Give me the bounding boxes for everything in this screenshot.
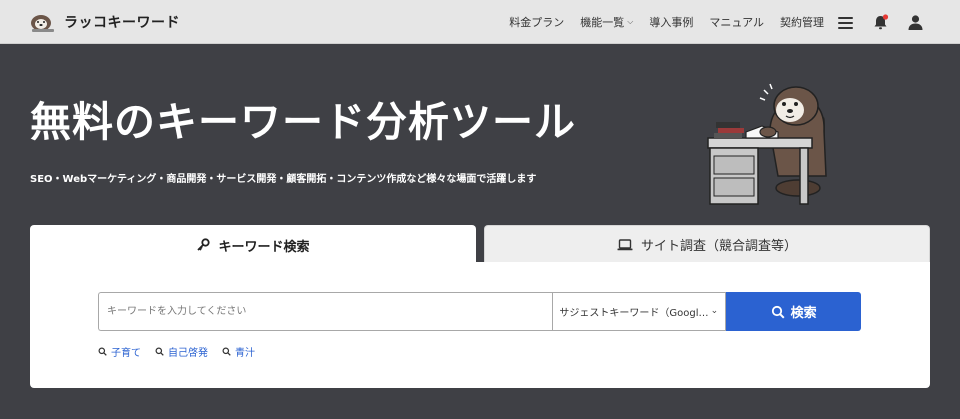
- chevron-down-icon: ⌄: [710, 306, 719, 316]
- menu-icon[interactable]: [837, 14, 854, 31]
- search-button[interactable]: 検索: [726, 292, 861, 331]
- keyword-search-input[interactable]: [98, 292, 553, 331]
- tab-site-research[interactable]: サイト調査（競合調査等）: [484, 225, 930, 263]
- nav-pricing[interactable]: 料金プラン: [509, 14, 564, 30]
- top-navigation-bar: ラッコキーワード 料金プラン 機能一覧 ⌵ 導入事例 マニュアル 契約管理: [0, 0, 960, 44]
- main-nav: 料金プラン 機能一覧 ⌵ 導入事例 マニュアル 契約管理: [509, 0, 824, 44]
- hero-subtitle: SEO・Webマーケティング・商品開発・サービス開発・顧客開拓・コンテンツ作成な…: [30, 174, 537, 185]
- suggested-keywords: 子育て 自己啓発 青汁: [98, 344, 255, 359]
- suggestion-link[interactable]: 子育て: [98, 344, 141, 359]
- nav-features[interactable]: 機能一覧 ⌵: [580, 14, 633, 30]
- nav-manual[interactable]: マニュアル: [709, 14, 764, 30]
- search-icon: [771, 305, 785, 319]
- user-icon[interactable]: [907, 14, 924, 31]
- header-icons: [837, 0, 924, 44]
- bell-icon[interactable]: [872, 13, 889, 31]
- suggestion-link[interactable]: 自己啓発: [155, 344, 208, 359]
- search-icon: [98, 347, 107, 356]
- tab-keyword-search[interactable]: キーワード検索: [30, 225, 476, 265]
- search-form: サジェストキーワード（Google） ⌄ 検索: [98, 292, 861, 331]
- search-type-select[interactable]: サジェストキーワード（Google） ⌄: [552, 292, 727, 331]
- search-icon: [222, 347, 231, 356]
- logo-text: ラッコキーワード: [64, 15, 180, 31]
- key-icon: [197, 238, 211, 251]
- otter-logo-icon: [31, 15, 54, 32]
- site-logo[interactable]: ラッコキーワード: [28, 8, 180, 36]
- hero-title: 無料のキーワード分析ツール: [30, 98, 576, 146]
- search-icon: [155, 347, 164, 356]
- suggestion-link[interactable]: 青汁: [222, 344, 255, 359]
- otter-at-desk-illustration: [707, 83, 827, 205]
- search-panel: サジェストキーワード（Google） ⌄ 検索 子育て 自己啓発: [30, 262, 930, 388]
- nav-case-studies[interactable]: 導入事例: [649, 14, 693, 30]
- chevron-down-icon: ⌵: [627, 17, 634, 26]
- laptop-icon: [617, 238, 633, 250]
- nav-contract[interactable]: 契約管理: [780, 14, 824, 30]
